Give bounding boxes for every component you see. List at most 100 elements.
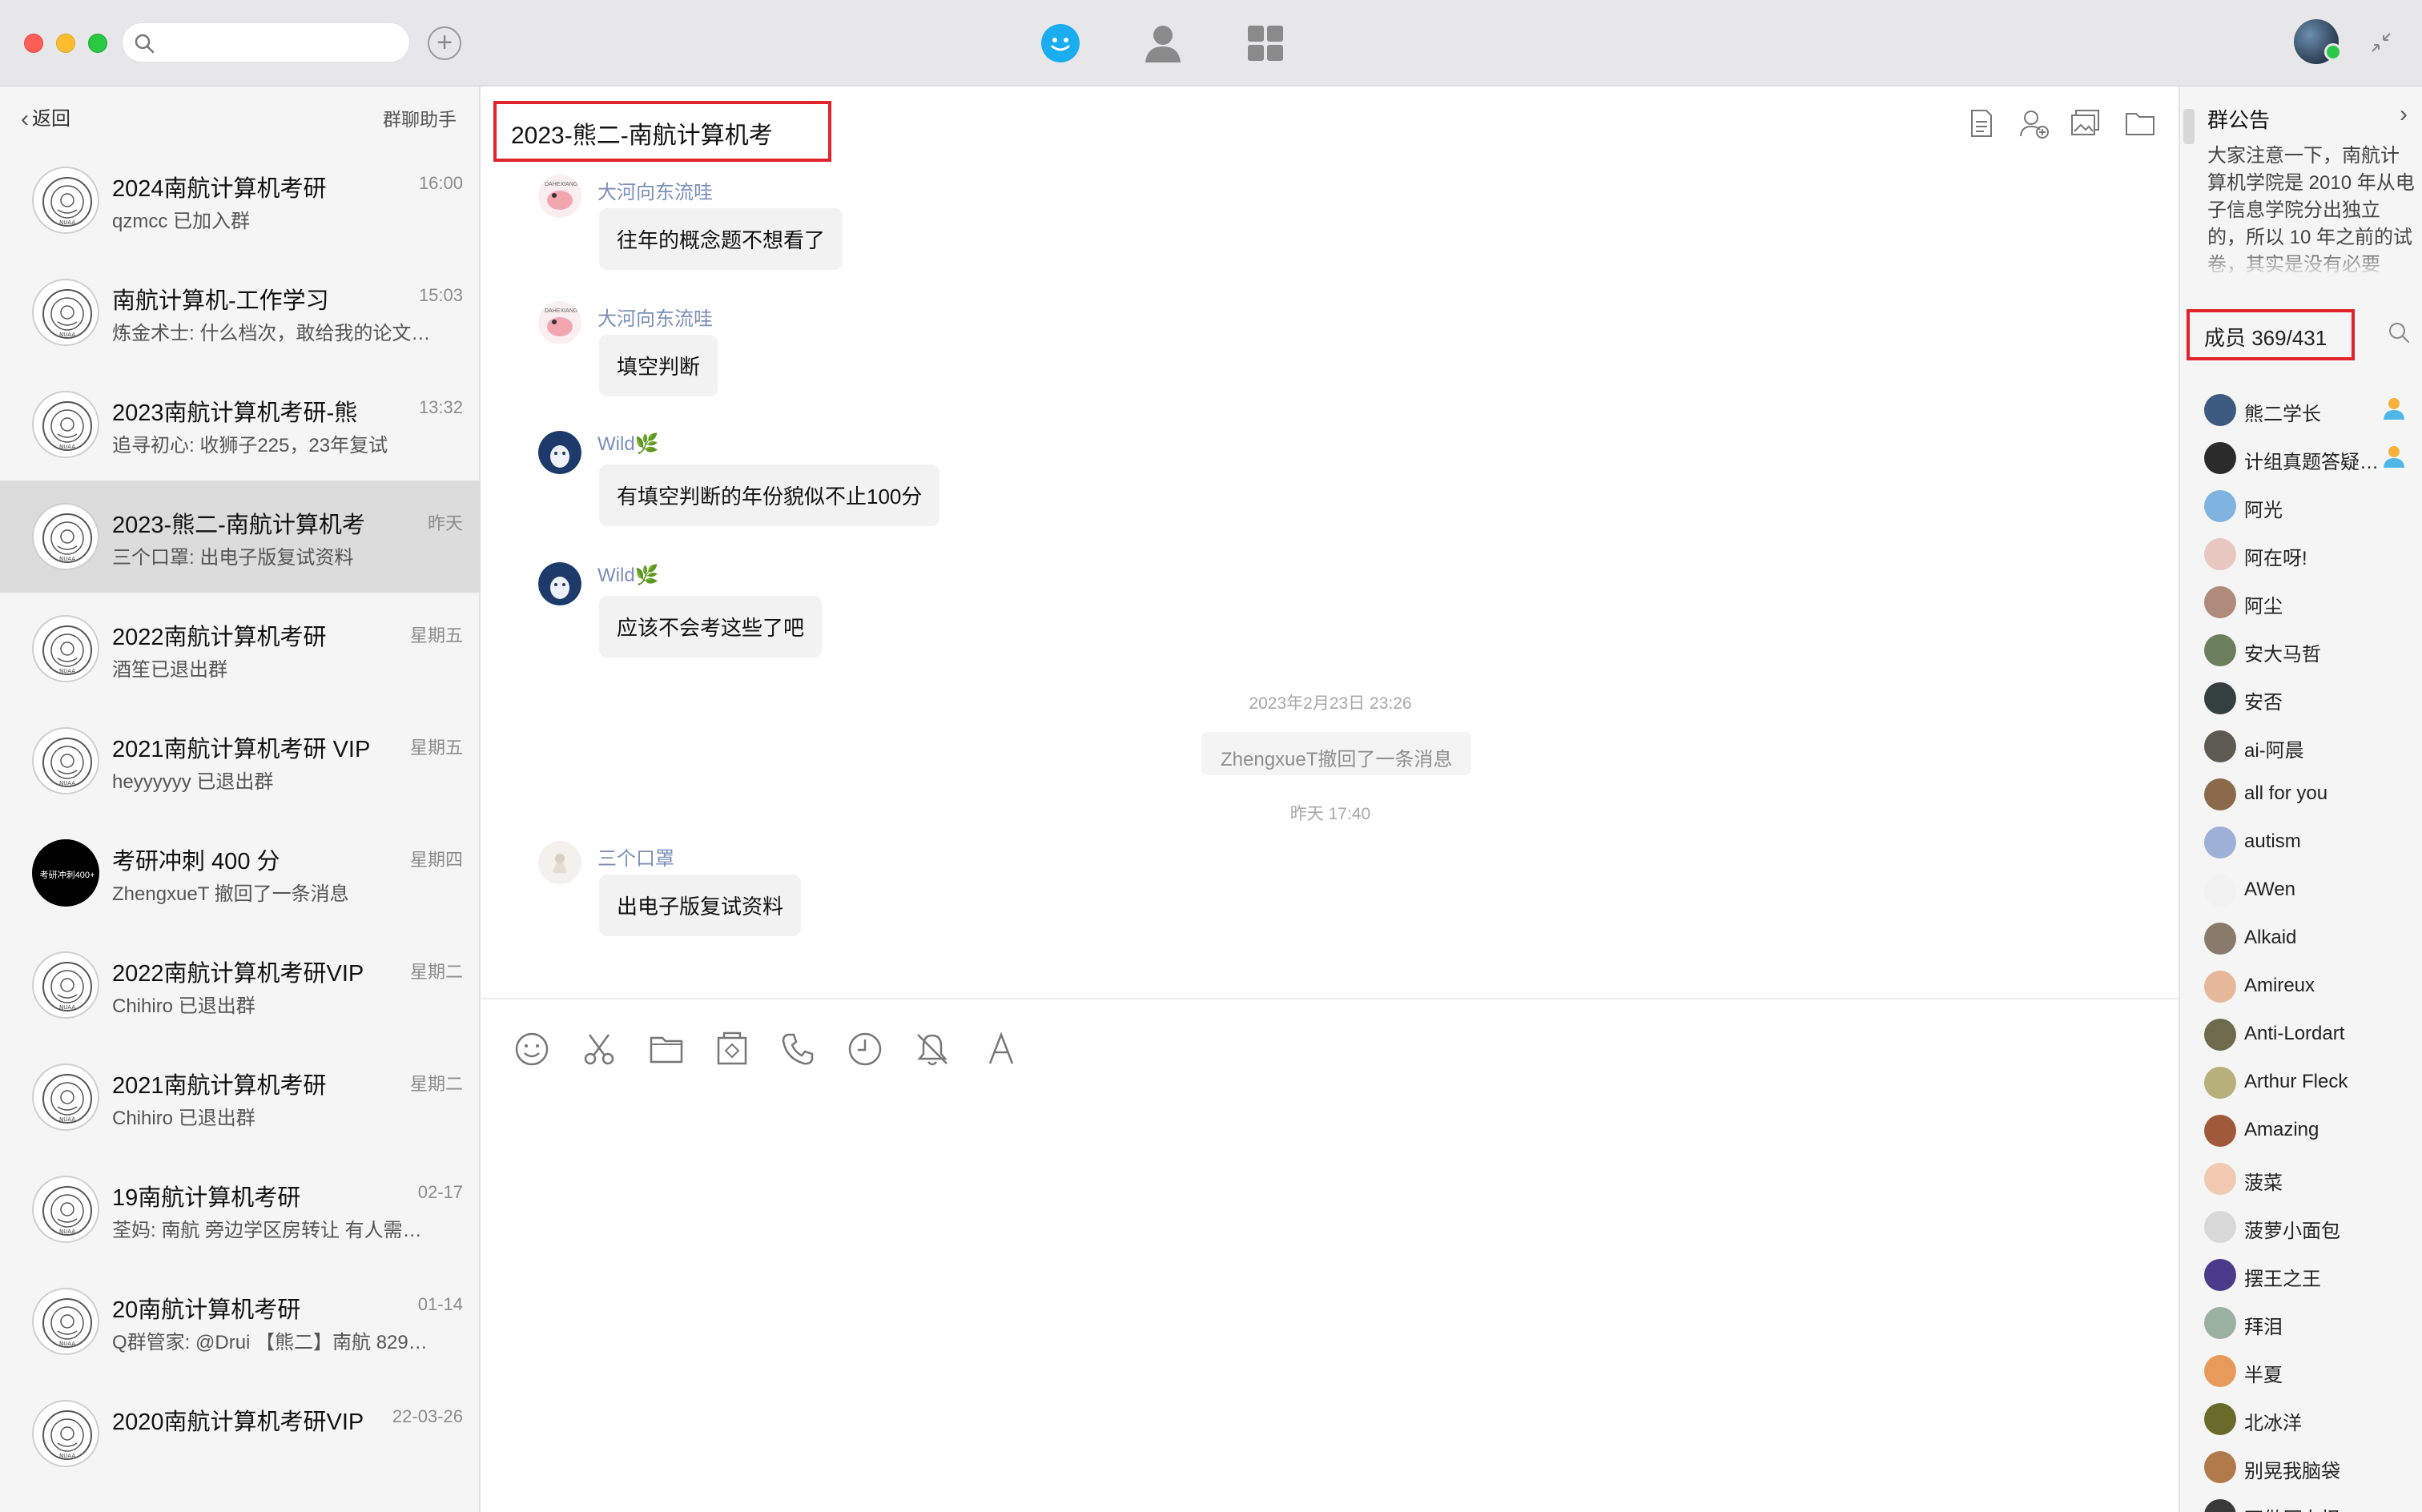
folder-icon[interactable]: [2124, 107, 2156, 139]
clock-icon[interactable]: [847, 1031, 883, 1067]
chat-tab-icon[interactable]: [1036, 19, 1084, 67]
contacts-tab-icon[interactable]: [1139, 19, 1187, 67]
conversation-name: 19南航计算机考研: [112, 1185, 301, 1211]
font-icon[interactable]: [984, 1031, 1019, 1067]
message-input[interactable]: [482, 1088, 2179, 1512]
close-window-button[interactable]: [24, 34, 43, 53]
member-item[interactable]: 菠菜: [2180, 1155, 2422, 1203]
member-search-icon[interactable]: [2387, 320, 2411, 344]
message-bubble[interactable]: 出电子版复试资料: [599, 875, 802, 936]
scissors-icon[interactable]: [581, 1031, 617, 1067]
conversation-list: NUAA 2024南航计算机考研 16:00 qzmcc 已加入群 NUAA 南航计…: [0, 144, 481, 1490]
announcement-title[interactable]: 群公告: [2207, 104, 2270, 134]
add-member-icon[interactable]: [2018, 107, 2050, 139]
member-item[interactable]: 北冰洋: [2180, 1395, 2422, 1443]
chevron-right-icon[interactable]: ›: [2400, 101, 2408, 128]
svg-text:DAHEXIANG: DAHEXIANG: [545, 182, 577, 187]
conversation-item[interactable]: NUAA 2021南航计算机考研 星期二 Chihiro 已退出群: [0, 1041, 481, 1153]
member-name: 北冰洋: [2244, 1413, 2302, 1434]
sender-avatar[interactable]: [538, 431, 581, 474]
member-item[interactable]: Anti-Lordart: [2180, 1011, 2422, 1059]
shrink-window-icon[interactable]: [2369, 30, 2393, 54]
member-item[interactable]: 别晃我脑袋: [2180, 1443, 2422, 1491]
member-item[interactable]: ai-阿晨: [2180, 722, 2422, 770]
member-avatar: [2204, 1355, 2236, 1387]
message-bubble[interactable]: 往年的概念题不想看了: [599, 208, 843, 270]
search-box[interactable]: [122, 22, 410, 62]
sender-avatar[interactable]: [538, 562, 581, 605]
screenshot-icon[interactable]: [714, 1031, 750, 1067]
member-item[interactable]: 阿光: [2180, 482, 2422, 530]
group-assistant-link[interactable]: 群聊助手: [383, 104, 457, 131]
message-bubble[interactable]: 填空判断: [599, 335, 718, 396]
conversation-item[interactable]: NUAA 2023南航计算机考研-熊 13:32 追寻初心: 收狮子225，23年复…: [0, 368, 481, 481]
member-avatar: [2204, 1307, 2236, 1339]
member-name: 阿在呀!: [2244, 548, 2307, 569]
member-name: 摆王之王: [2244, 1269, 2321, 1290]
member-avatar: [2204, 971, 2236, 1003]
member-item[interactable]: Amireux: [2180, 963, 2422, 1011]
message-bubble[interactable]: 有填空判断的年份貌似不止100分: [599, 464, 940, 526]
conversation-name: 2022南航计算机考研VIP: [112, 961, 364, 987]
conversation-item[interactable]: NUAA 20南航计算机考研 01-14 Q群管家: @Drui 【熊二】南航 82…: [0, 1265, 481, 1377]
minimize-window-button[interactable]: [56, 34, 75, 53]
member-item[interactable]: Alkaid: [2180, 915, 2422, 963]
conversation-item[interactable]: NUAA 2020南航计算机考研VIP 22-03-26: [0, 1377, 481, 1490]
member-item[interactable]: 不做压力怪: [2180, 1491, 2422, 1512]
member-item[interactable]: 熊二学长: [2180, 386, 2422, 434]
search-input[interactable]: [163, 28, 395, 58]
sender-name[interactable]: 三个口罩: [597, 842, 674, 871]
member-item[interactable]: 安否: [2180, 674, 2422, 722]
member-avatar: [2204, 538, 2236, 570]
sender-avatar[interactable]: DAHEXIANG: [538, 301, 581, 344]
member-item[interactable]: AWen: [2180, 867, 2422, 915]
conversation-time: 02-17: [417, 1182, 463, 1202]
add-button[interactable]: +: [428, 26, 461, 60]
conversation-time: 16:00: [418, 173, 463, 193]
sender-avatar[interactable]: DAHEXIANG: [538, 175, 581, 218]
bell-off-icon[interactable]: [915, 1031, 950, 1067]
member-item[interactable]: 安大马哲: [2180, 626, 2422, 674]
conversation-item[interactable]: NUAA 2021南航计算机考研 VIP 星期五 heyyyyyy 已退出群: [0, 705, 481, 817]
message-bubble[interactable]: 应该不会考这些了吧: [599, 596, 823, 657]
member-avatar: [2204, 1403, 2236, 1435]
member-item[interactable]: autism: [2180, 818, 2422, 867]
announcement-icon[interactable]: [1967, 107, 1996, 139]
member-item[interactable]: 摆王之王: [2180, 1251, 2422, 1299]
timestamp: 昨天 17:40: [1289, 805, 1371, 823]
sender-avatar[interactable]: [538, 841, 581, 884]
member-item[interactable]: all for you: [2180, 770, 2422, 818]
conversation-item[interactable]: NUAA 2023-熊二-南航计算机考 昨天 三个口罩: 出电子版复试资料: [0, 481, 481, 593]
emoji-icon[interactable]: [514, 1031, 549, 1067]
member-item[interactable]: 计组真题答疑…: [2180, 434, 2422, 482]
member-name: Anti-Lordart: [2244, 1023, 2345, 1044]
member-item[interactable]: 半夏: [2180, 1347, 2422, 1395]
sender-name[interactable]: Wild🌿: [597, 432, 659, 456]
conversation-item[interactable]: NUAA 19南航计算机考研 02-17 荃妈: 南航 旁边学区房转让 有人需…: [0, 1153, 481, 1265]
back-button[interactable]: ‹ 返回: [21, 103, 70, 133]
member-avatar: [2204, 682, 2236, 714]
member-item[interactable]: 阿尘: [2180, 578, 2422, 626]
sender-name[interactable]: Wild🌿: [597, 564, 659, 587]
folder-icon[interactable]: [649, 1031, 684, 1067]
conversation-item[interactable]: NUAA 2022南航计算机考研VIP 星期二 Chihiro 已退出群: [0, 929, 481, 1041]
conversation-item[interactable]: NUAA 2022南航计算机考研 星期五 酒笙已退出群: [0, 593, 481, 705]
member-item[interactable]: Arthur Fleck: [2180, 1059, 2422, 1107]
conversation-item[interactable]: NUAA 2024南航计算机考研 16:00 qzmcc 已加入群: [0, 144, 481, 256]
conversation-name: 2023南航计算机考研-熊: [112, 400, 358, 426]
member-item[interactable]: Amazing: [2180, 1107, 2422, 1155]
phone-icon[interactable]: [780, 1031, 815, 1067]
member-item[interactable]: 拜泪: [2180, 1299, 2422, 1347]
announcement-fade: [2207, 247, 2416, 279]
member-item[interactable]: 阿在呀!: [2180, 530, 2422, 578]
conversation-item[interactable]: 考研冲刺400+ 考研冲刺 400 分 星期四 ZhengxueT 撤回了一条消息: [0, 817, 481, 929]
sender-name[interactable]: 大河向东流哇: [597, 176, 713, 204]
conversation-item[interactable]: NUAA 南航计算机-工作学习 15:03 炼金术士: 什么档次，敢给我的论文…: [0, 256, 481, 368]
member-item[interactable]: 菠萝小面包: [2180, 1203, 2422, 1251]
collapse-panel-handle[interactable]: [2183, 109, 2195, 144]
zoom-window-button[interactable]: [88, 34, 107, 53]
sender-name[interactable]: 大河向东流哇: [597, 303, 713, 331]
album-icon[interactable]: [2070, 107, 2102, 139]
member-name: all for you: [2244, 782, 2328, 804]
apps-tab-icon[interactable]: [1241, 19, 1289, 67]
